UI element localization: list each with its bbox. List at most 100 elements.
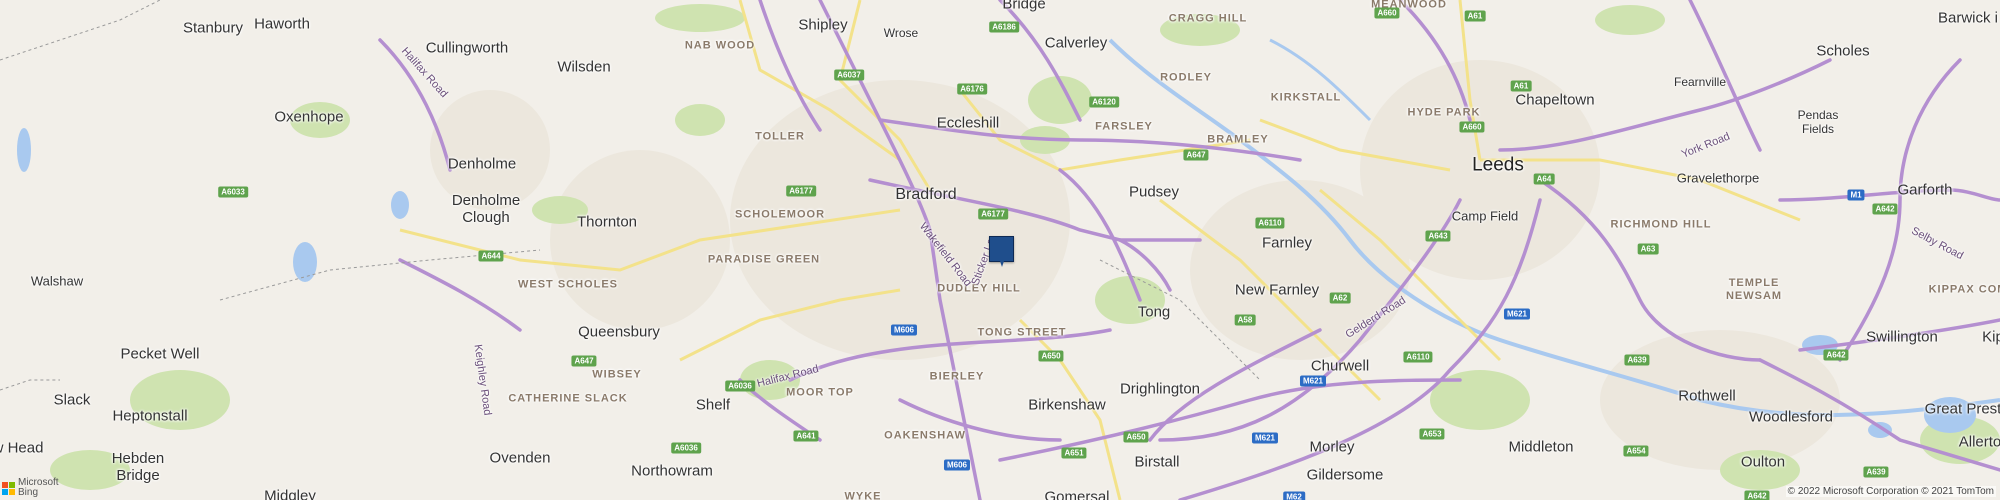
district-label[interactable]: BIERLEY [930, 371, 985, 383]
district-label[interactable]: NAB WOOD [685, 40, 755, 52]
place-label[interactable]: Shipley [798, 18, 847, 33]
district-label[interactable]: TONG STREET [977, 327, 1066, 339]
place-label[interactable]: Hebden Bridge [103, 450, 173, 484]
district-label[interactable]: KIRKSTALL [1271, 92, 1342, 104]
place-label[interactable]: Gravelethorpe [1677, 172, 1759, 185]
place-label[interactable]: Middleton [1508, 440, 1573, 455]
road-shield: A61 [1464, 10, 1486, 22]
road-shield: A6037 [834, 69, 864, 81]
district-label[interactable]: CRAGG HILL [1169, 13, 1247, 25]
road-shield: A647 [571, 355, 597, 367]
road-shield: A650 [1123, 431, 1149, 443]
district-label[interactable]: RODLEY [1160, 72, 1212, 84]
road-shield: A654 [1623, 445, 1649, 457]
district-label[interactable]: WIBSEY [592, 369, 641, 381]
place-label[interactable]: Ovenden [490, 451, 551, 466]
district-label[interactable]: CATHERINE SLACK [508, 393, 627, 405]
place-label[interactable]: Farnley [1262, 236, 1312, 251]
logo-square-red [2, 481, 8, 488]
copyright-notice[interactable]: © 2022 Microsoft Corporation © 2021 TomT… [1785, 486, 1996, 497]
road-shield: A660 [1374, 7, 1400, 19]
place-label[interactable]: Gomersal [1044, 490, 1109, 500]
district-label[interactable]: FARSLEY [1095, 121, 1153, 133]
road-shield: A6110 [1255, 217, 1285, 229]
road-shield: A6177 [786, 185, 816, 197]
district-label[interactable]: KIPPAX COM [1929, 284, 2000, 296]
place-label[interactable]: Haworth [254, 17, 310, 32]
place-label[interactable]: Garforth [1897, 183, 1952, 198]
place-label[interactable]: Pudsey [1129, 185, 1179, 200]
road-shield: A6036 [725, 380, 755, 392]
place-label-leeds[interactable]: Leeds [1472, 156, 1524, 175]
place-label[interactable]: Oxenhope [274, 110, 343, 125]
place-label[interactable]: Denholme [448, 157, 516, 172]
place-label[interactable]: Swillington [1866, 330, 1938, 345]
place-label[interactable]: Bradford [895, 187, 956, 203]
road-shield: M621 [1299, 375, 1327, 387]
place-label[interactable]: Morley [1309, 440, 1354, 455]
district-label[interactable]: MOOR TOP [786, 387, 854, 399]
road-shield: A64 [1533, 173, 1555, 185]
road-shield: A653 [1419, 428, 1445, 440]
place-label[interactable]: Walshaw [31, 275, 83, 288]
road-shield: M606 [943, 459, 971, 471]
place-label[interactable]: Slack [54, 393, 91, 408]
place-label[interactable]: Birkenshaw [1028, 398, 1106, 413]
place-label[interactable]: Pendas Fields [1788, 108, 1848, 136]
place-label[interactable]: Barwick i [1938, 11, 1998, 26]
district-label[interactable]: TOLLER [755, 131, 805, 143]
place-label[interactable]: Denholme Clough [446, 192, 526, 226]
map-view[interactable]: Leeds Stanbury Haworth Shipley Wrose Bri… [0, 0, 2000, 500]
place-label[interactable]: Thornton [577, 215, 637, 230]
place-label[interactable]: Wilsden [557, 60, 610, 75]
road-shield: M606 [890, 324, 918, 336]
district-label[interactable]: OAKENSHAW [884, 430, 966, 442]
bing-logo[interactable]: Microsoft Bing [2, 478, 59, 498]
place-label[interactable]: Tong [1138, 305, 1171, 320]
road-shield: A6036 [671, 442, 701, 454]
road-shield: A6176 [957, 83, 987, 95]
place-label[interactable]: Rothwell [1678, 389, 1736, 404]
place-label[interactable]: Gildersome [1307, 468, 1384, 483]
place-label[interactable]: Northowram [631, 464, 713, 479]
district-label[interactable]: WEST SCHOLES [518, 279, 618, 291]
place-label[interactable]: Stanbury [183, 21, 243, 36]
place-label[interactable]: Camp Field [1452, 210, 1518, 223]
road-shield: A651 [1061, 447, 1087, 459]
place-label[interactable]: Calverley [1045, 36, 1108, 51]
place-label[interactable]: Drighlington [1120, 382, 1200, 397]
location-marker-icon[interactable] [989, 236, 1014, 267]
place-label[interactable]: Woodlesford [1749, 410, 1833, 425]
road-shield: A643 [1425, 230, 1451, 242]
place-label[interactable]: Queensbury [578, 325, 660, 340]
place-label[interactable]: Eccleshill [937, 116, 1000, 131]
place-label[interactable]: Cullingworth [426, 41, 509, 56]
place-label[interactable]: Midgley [264, 489, 316, 500]
place-label[interactable]: w Head [0, 441, 43, 456]
place-label[interactable]: Fearnville [1674, 76, 1726, 88]
road-shield: M621 [1251, 432, 1279, 444]
district-label[interactable]: PARADISE GREEN [708, 254, 820, 266]
district-label[interactable]: HYDE PARK [1408, 107, 1481, 119]
district-label[interactable]: TEMPLE NEWSAM [1719, 277, 1789, 303]
place-label[interactable]: Churwell [1311, 359, 1369, 374]
road-shield: A660 [1459, 121, 1485, 133]
place-label[interactable]: Birstall [1134, 455, 1179, 470]
road-shield: A6033 [218, 186, 248, 198]
place-label[interactable]: Heptonstall [112, 409, 187, 424]
place-label[interactable]: Shelf [696, 398, 730, 413]
district-label[interactable]: RICHMOND HILL [1611, 219, 1712, 231]
district-label[interactable]: WYKE [845, 491, 882, 500]
place-label[interactable]: New Farnley [1235, 283, 1319, 298]
place-label[interactable]: Scholes [1816, 44, 1869, 59]
place-label[interactable]: Kip [1982, 330, 2000, 345]
place-label[interactable]: Wrose [884, 27, 918, 39]
district-label[interactable]: BRAMLEY [1207, 134, 1268, 146]
place-label[interactable]: Great Prest [1925, 402, 2000, 417]
place-label[interactable]: Allerto [1959, 435, 2000, 450]
place-label[interactable]: Bridge [1002, 0, 1045, 12]
district-label[interactable]: SCHOLEMOOR [735, 209, 825, 221]
place-label[interactable]: Oulton [1741, 455, 1785, 470]
place-label[interactable]: Chapeltown [1515, 93, 1594, 108]
place-label[interactable]: Pecket Well [121, 347, 200, 362]
